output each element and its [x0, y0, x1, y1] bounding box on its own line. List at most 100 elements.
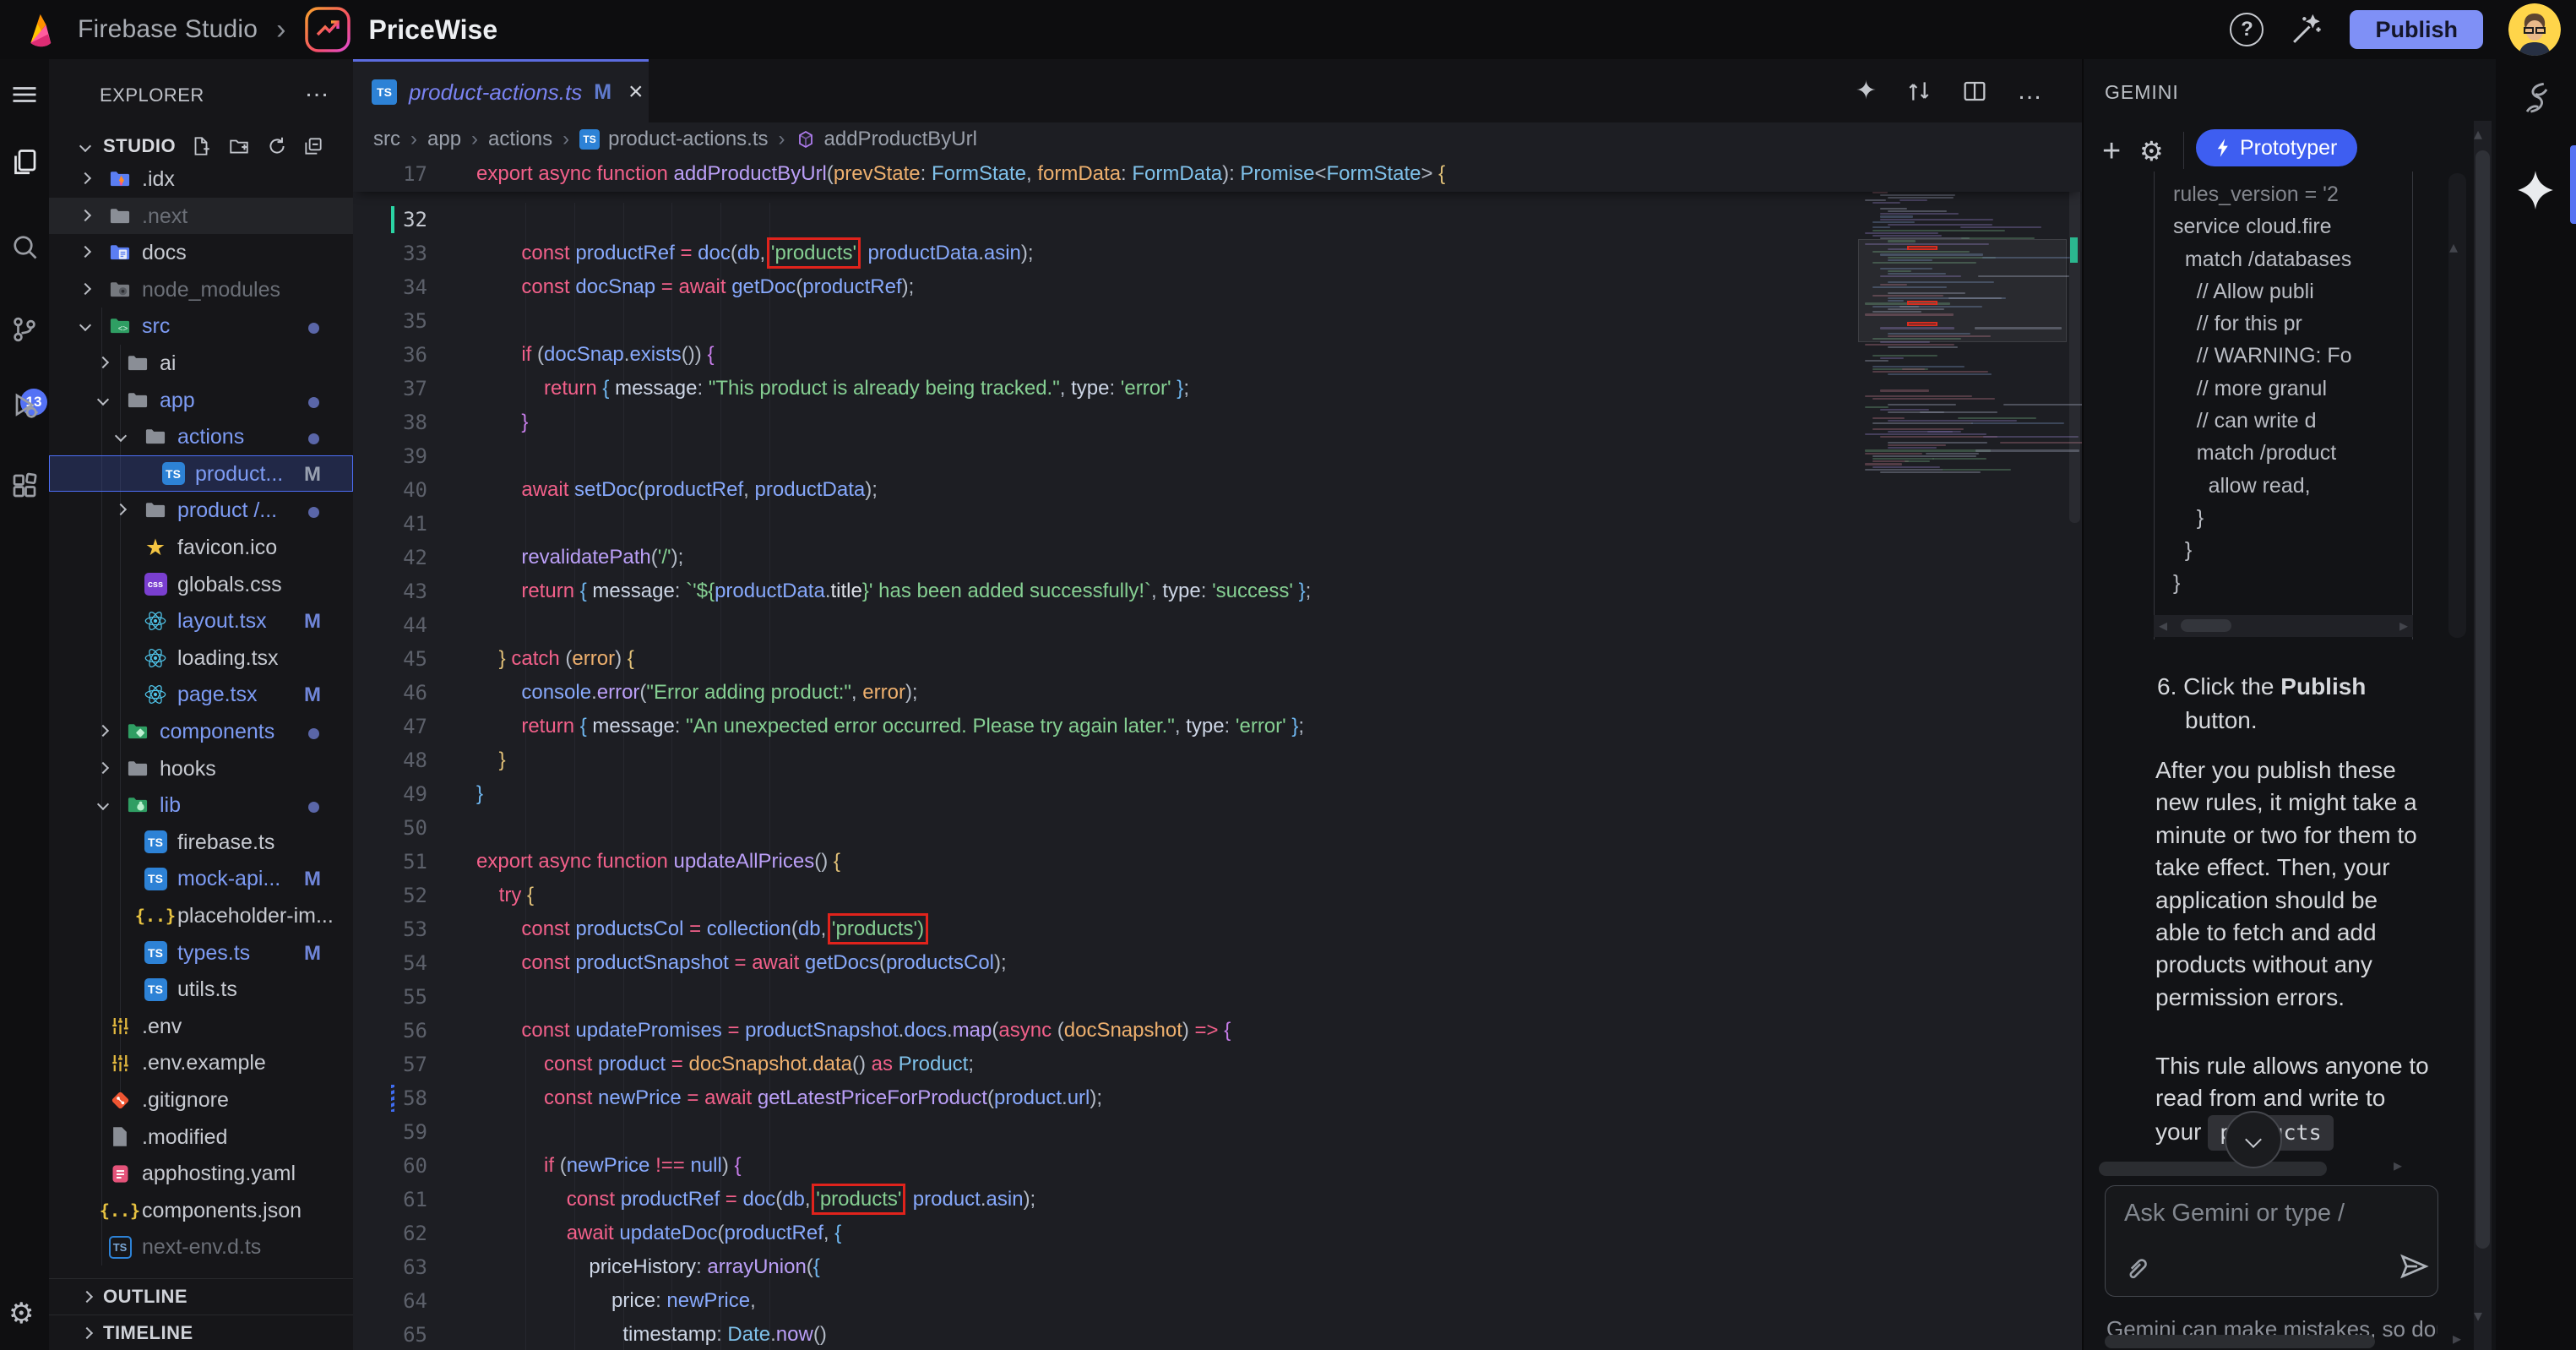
scroll-right-icon[interactable]: ▸ — [2394, 1157, 2402, 1174]
refresh-icon[interactable] — [266, 135, 290, 159]
tree-item-components.json[interactable]: {..}components.json — [49, 1192, 353, 1229]
tree-item-docs[interactable]: docs — [49, 234, 353, 271]
tree-item-favicon.ico[interactable]: ★favicon.ico — [49, 529, 353, 566]
tab-product-actions[interactable]: TS product-actions.ts M × — [353, 59, 649, 122]
split-editor-icon[interactable] — [1961, 78, 1988, 105]
breadcrumb[interactable]: src›app›actions›TSproduct-actions.ts›add… — [353, 122, 2082, 156]
tree-item-hooks[interactable]: hooks — [49, 750, 353, 787]
ai-sparkle-icon[interactable]: ✦ — [1856, 76, 1877, 106]
code-line-36[interactable]: 36 if (docSnap.exists()) { — [353, 338, 2082, 372]
scrollbar-thumb[interactable] — [2069, 160, 2080, 523]
new-chat-icon[interactable]: + — [2102, 133, 2121, 170]
code-line-52[interactable]: 52 try { — [353, 879, 2082, 912]
code-line-57[interactable]: 57 const product = docSnapshot.data() as… — [353, 1048, 2082, 1081]
code-block-hscrollbar[interactable]: ◂ ▸ — [2154, 615, 2413, 637]
minimap-slider[interactable] — [1858, 239, 2067, 342]
tree-item-lib[interactable]: lib — [49, 787, 353, 824]
code-line-35[interactable]: 35 — [353, 304, 2082, 338]
new-folder-icon[interactable] — [228, 135, 252, 159]
minimap[interactable] — [1858, 156, 2067, 629]
chat-settings-gear-icon[interactable]: ⚙ — [2139, 135, 2164, 167]
tree-item-ai[interactable]: ai — [49, 345, 353, 382]
code-line-53[interactable]: 53 const productsCol = collection(db, 'p… — [353, 912, 2082, 946]
tree-item-firebase.ts[interactable]: TSfirebase.ts — [49, 824, 353, 861]
code-line-45[interactable]: 45 } catch (error) { — [353, 642, 2082, 676]
code-line-62[interactable]: 62 await updateDoc(productRef, { — [353, 1217, 2082, 1250]
breadcrumb-item[interactable]: actions — [488, 128, 552, 151]
tree-item-loading.tsx[interactable]: loading.tsx — [49, 640, 353, 677]
hscroll-thumb[interactable] — [2181, 619, 2231, 632]
menu-icon[interactable] — [9, 79, 40, 110]
tree-item-apphosting.yaml[interactable]: apphosting.yaml — [49, 1155, 353, 1192]
scroll-down-icon[interactable]: ▾ — [2474, 1308, 2482, 1325]
scroll-up-icon[interactable]: ▴ — [2474, 126, 2482, 143]
breadcrumb-item[interactable]: TSproduct-actions.ts — [579, 128, 768, 151]
tree-item-globals.css[interactable]: cssglobals.css — [49, 566, 353, 603]
send-icon[interactable] — [2398, 1250, 2430, 1282]
compare-changes-icon[interactable] — [1905, 78, 1932, 105]
code-line-60[interactable]: 60 if (newPrice !== null) { — [353, 1149, 2082, 1183]
settings-gear-icon[interactable]: ⚙ — [8, 1297, 34, 1331]
code-line-34[interactable]: 34 const docSnap = await getDoc(productR… — [353, 270, 2082, 304]
code-line-50[interactable]: 50 — [353, 811, 2082, 845]
code-line-43[interactable]: 43 return { message: `'${productData.tit… — [353, 574, 2082, 608]
tree-item-mock-api...[interactable]: TSmock-api...M — [49, 860, 353, 897]
code-line-63[interactable]: 63 priceHistory: arrayUnion({ — [353, 1250, 2082, 1284]
tree-item-placeholder-im...[interactable]: {..}placeholder-im... — [49, 897, 353, 934]
timeline-section[interactable]: TIMELINE — [49, 1315, 353, 1350]
code-line-54[interactable]: 54 const productSnapshot = await getDocs… — [353, 946, 2082, 980]
scroll-right-icon[interactable]: ▸ — [2399, 618, 2408, 634]
code-line-44[interactable]: 44 — [353, 608, 2082, 642]
gemini-star-icon[interactable] — [2514, 169, 2557, 211]
code-line-51[interactable]: 51export async function updateAllPrices(… — [353, 845, 2082, 879]
code-editor[interactable]: 17export async function addProductByUrl(… — [353, 156, 2082, 1350]
tree-item-app[interactable]: app — [49, 382, 353, 419]
close-icon[interactable]: × — [628, 78, 644, 106]
code-line-65[interactable]: 65 timestamp: Date.now() — [353, 1318, 2082, 1350]
sticky-scroll-line[interactable]: 17export async function addProductByUrl(… — [353, 156, 2082, 192]
code-line-59[interactable]: 59 — [353, 1115, 2082, 1149]
code-line-48[interactable]: 48 } — [353, 743, 2082, 777]
gemini-scrollbar[interactable]: ▴ ▾ — [2474, 121, 2492, 1350]
magic-wand-icon[interactable] — [2289, 12, 2324, 47]
chat-hscrollbar-thumb[interactable] — [2099, 1162, 2327, 1176]
tree-item-.env[interactable]: .env — [49, 1008, 353, 1045]
code-line-55[interactable]: 55 — [353, 980, 2082, 1014]
prototyper-pill[interactable]: Prototyper — [2196, 129, 2357, 166]
code-line-33[interactable]: 33 const productRef = doc(db, 'products'… — [353, 237, 2082, 270]
tree-item-.env.example[interactable]: .env.example — [49, 1044, 353, 1081]
firestore-rules-code-block[interactable]: rules_version = '2 service cloud.fire ma… — [2154, 171, 2413, 640]
studio-flow-icon[interactable] — [2519, 81, 2553, 120]
run-debug-icon[interactable] — [9, 390, 40, 421]
panel-bottom-hscrollbar[interactable] — [2105, 1335, 2375, 1348]
scroll-to-bottom-button[interactable] — [2225, 1111, 2282, 1168]
collapse-all-icon[interactable] — [302, 135, 326, 159]
code-line-39[interactable]: 39 — [353, 439, 2082, 473]
extensions-icon[interactable] — [9, 471, 40, 501]
tree-item-.idx[interactable]: .idx — [49, 161, 353, 198]
search-icon[interactable] — [9, 231, 40, 262]
breadcrumb-item[interactable]: src — [373, 128, 400, 151]
code-line-37[interactable]: 37 return { message: "This product is al… — [353, 372, 2082, 406]
code-line-38[interactable]: 38 } — [353, 406, 2082, 439]
tree-item-types.ts[interactable]: TStypes.tsM — [49, 934, 353, 972]
publish-button[interactable]: Publish — [2350, 10, 2483, 49]
tree-item-product...[interactable]: TSproduct...M — [49, 455, 353, 493]
breadcrumb-item[interactable]: addProductByUrl — [796, 128, 977, 151]
code-line-58[interactable]: 58 const newPrice = await getLatestPrice… — [353, 1081, 2082, 1115]
explorer-more-icon[interactable]: … — [304, 74, 331, 103]
editor-scrollbar[interactable] — [2068, 156, 2082, 1350]
tree-item-page.tsx[interactable]: page.tsxM — [49, 676, 353, 713]
explorer-files-icon[interactable] — [9, 147, 40, 177]
code-line-56[interactable]: 56 const updatePromises = productSnapsho… — [353, 1014, 2082, 1048]
outline-section[interactable]: OUTLINE — [49, 1278, 353, 1315]
gemini-scrollbar-thumb[interactable] — [2475, 150, 2490, 1249]
tree-item-components[interactable]: components — [49, 713, 353, 750]
tree-item-node-modules[interactable]: node_modules — [49, 271, 353, 308]
tree-item-product-...[interactable]: product /... — [49, 492, 353, 529]
breadcrumb-item[interactable]: app — [427, 128, 461, 151]
code-line-42[interactable]: 42 revalidatePath('/'); — [353, 541, 2082, 574]
tree-item-.gitignore[interactable]: .gitignore — [49, 1081, 353, 1119]
code-line-61[interactable]: 61 const productRef = doc(db, 'products'… — [353, 1183, 2082, 1217]
new-file-icon[interactable] — [190, 135, 214, 159]
